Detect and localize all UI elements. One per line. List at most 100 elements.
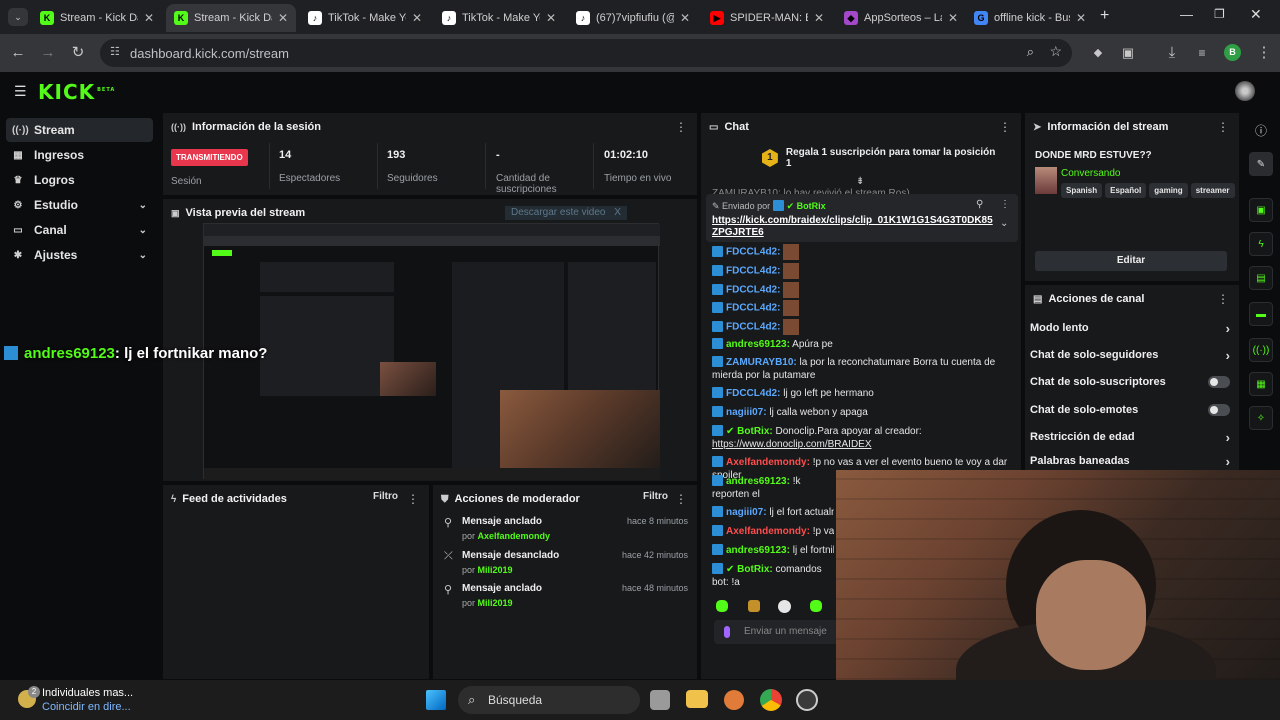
- chat-username[interactable]: FDCCL4d2:: [726, 388, 780, 399]
- bookmark-star-icon[interactable]: ☆: [1049, 43, 1062, 60]
- chat-input[interactable]: Enviar un mensaje: [714, 620, 838, 644]
- app-icon[interactable]: [724, 690, 744, 710]
- close-window-button[interactable]: ✕: [1250, 6, 1262, 23]
- extensions-puzzle-icon[interactable]: ▣: [1118, 43, 1138, 63]
- download-video-button[interactable]: Descargar este video X: [505, 206, 627, 220]
- zoom-icon[interactable]: ⌕: [1027, 44, 1034, 60]
- chat-username[interactable]: BotRix:: [737, 426, 773, 437]
- sidebar-item-estudio[interactable]: ⚙ Estudio ⌄: [6, 193, 153, 217]
- maximize-button[interactable]: ❐: [1214, 7, 1225, 21]
- media-control-icon[interactable]: ≡: [1192, 43, 1212, 63]
- new-tab-button[interactable]: +: [1100, 7, 1109, 25]
- mod-menu-icon[interactable]: ⋮: [675, 493, 687, 505]
- chat-username[interactable]: andres69123:: [726, 545, 790, 556]
- address-bar[interactable]: ☷ dashboard.kick.com/stream ⌕ ☆: [100, 39, 1072, 67]
- pinned-link[interactable]: https://kick.com/braidex/clips/clip_01K1…: [712, 215, 994, 239]
- tab-close-icon[interactable]: ✕: [278, 11, 288, 25]
- browser-tab[interactable]: K Stream - Kick Da ✕: [32, 4, 162, 32]
- notification-widget[interactable]: 2 Individuales mas... Coincidir en dire.…: [14, 684, 164, 716]
- forward-icon[interactable]: →: [38, 43, 58, 63]
- browser-tab[interactable]: ▶ SPIDER-MAN: BR ✕: [702, 4, 832, 32]
- chat-collapse-icon[interactable]: ⇟: [856, 176, 864, 187]
- tab-close-icon[interactable]: ✕: [144, 11, 154, 25]
- sidebar-item-logros[interactable]: ♛ Logros: [6, 168, 153, 192]
- info-icon[interactable]: ⓘ: [1255, 122, 1267, 139]
- sidebar-item-canal[interactable]: ▭ Canal ⌄: [6, 218, 153, 242]
- screen-icon[interactable]: ▣: [1249, 198, 1273, 222]
- minimize-button[interactable]: —: [1180, 7, 1193, 22]
- tab-close-icon[interactable]: ✕: [948, 11, 958, 25]
- mod-action-user[interactable]: Mili2019: [478, 565, 513, 575]
- tab-close-icon[interactable]: ✕: [1076, 11, 1086, 25]
- chat-username[interactable]: FDCCL4d2:: [726, 266, 780, 277]
- activity-filter-button[interactable]: Filtro: [373, 491, 398, 502]
- chat-username[interactable]: FDCCL4d2:: [726, 303, 780, 314]
- emote-face-icon[interactable]: [748, 600, 760, 612]
- reload-icon[interactable]: ↻: [68, 43, 88, 63]
- mod-filter-button[interactable]: Filtro: [643, 491, 668, 502]
- pinned-expand-icon[interactable]: ⌄: [1000, 218, 1008, 229]
- chat-username[interactable]: FDCCL4d2:: [726, 322, 780, 333]
- download-icon[interactable]: ⤓: [1162, 43, 1182, 63]
- broadcast-icon[interactable]: ((·)): [1249, 338, 1273, 362]
- channel-action-row[interactable]: Chat de solo-emotes: [1030, 399, 1230, 421]
- chat-username[interactable]: nagiii07:: [726, 507, 767, 518]
- chat-username[interactable]: ZAMURAYB10:: [726, 357, 797, 368]
- chrome-icon[interactable]: [760, 689, 782, 711]
- mod-action-user[interactable]: Mili2019: [478, 598, 513, 608]
- user-avatar[interactable]: [1235, 81, 1255, 101]
- back-icon[interactable]: ←: [8, 43, 28, 63]
- site-info-icon[interactable]: ☷: [110, 45, 120, 58]
- channel-action-row[interactable]: Modo lento ›: [1030, 317, 1230, 339]
- chat-link[interactable]: https://www.donoclip.com/BRAIDEX: [712, 439, 872, 450]
- pinned-menu-icon[interactable]: ⋮: [1000, 199, 1010, 210]
- browser-menu-icon[interactable]: ⋮: [1254, 43, 1274, 63]
- obs-icon[interactable]: [796, 689, 818, 711]
- chat-username[interactable]: nagiii07:: [726, 407, 767, 418]
- stream-info-menu-icon[interactable]: ⋮: [1217, 121, 1229, 133]
- emote-ball-icon[interactable]: [778, 600, 791, 613]
- kick-logo[interactable]: KICK BETA: [38, 80, 115, 104]
- gift-sub-banner[interactable]: 1 Regala 1 suscripción para tomar la pos…: [762, 147, 1002, 169]
- tab-close-icon[interactable]: ✕: [412, 11, 422, 25]
- browser-tab[interactable]: ♪ (67)7vipfiufiu (@ ✕: [568, 4, 698, 32]
- list-icon[interactable]: ▤: [1249, 266, 1273, 290]
- tab-close-icon[interactable]: ✕: [680, 11, 690, 25]
- emoji-picker-icon[interactable]: [724, 626, 730, 638]
- sidebar-item-ingresos[interactable]: ▦ Ingresos: [6, 143, 153, 167]
- emote-smile-icon[interactable]: [810, 600, 822, 612]
- channel-action-row[interactable]: Restricción de edad ›: [1030, 426, 1230, 448]
- chat-username[interactable]: BotRix:: [737, 564, 773, 575]
- channel-action-row[interactable]: Palabras baneadas ›: [1030, 454, 1230, 468]
- wrench-icon[interactable]: ✧: [1249, 406, 1273, 430]
- pinned-message[interactable]: ✎ Enviado por ✔ BotRix ⚲ ⋮ https://kick.…: [706, 194, 1018, 242]
- chat-username[interactable]: Axelfandemondy:: [726, 457, 810, 468]
- browser-tab[interactable]: ◆ AppSorteos – La ✕: [836, 4, 966, 32]
- edit-stream-button[interactable]: Editar: [1035, 251, 1227, 271]
- file-explorer-icon[interactable]: [686, 690, 708, 708]
- tab-search-button[interactable]: ⌄: [8, 8, 28, 26]
- chat-menu-icon[interactable]: ⋮: [999, 121, 1011, 133]
- session-menu-icon[interactable]: ⋮: [675, 121, 687, 133]
- chat-username[interactable]: FDCCL4d2:: [726, 247, 780, 258]
- channel-action-row[interactable]: Chat de solo-seguidores ›: [1030, 344, 1230, 366]
- task-view-icon[interactable]: [650, 690, 670, 710]
- toggle-switch[interactable]: [1208, 404, 1230, 416]
- profile-avatar[interactable]: B: [1224, 44, 1241, 61]
- unpin-icon[interactable]: ⚲: [976, 199, 983, 210]
- layout-icon[interactable]: ▦: [1249, 372, 1273, 396]
- tab-close-icon[interactable]: ✕: [814, 11, 824, 25]
- taskbar-search[interactable]: ⌕ Búsqueda: [458, 686, 640, 714]
- lightning-icon[interactable]: ϟ: [1249, 232, 1273, 256]
- windows-start-icon[interactable]: [426, 690, 446, 710]
- message-icon[interactable]: ▬: [1249, 302, 1273, 326]
- stream-preview-video[interactable]: [203, 223, 660, 480]
- chat-username[interactable]: andres69123:: [726, 339, 790, 350]
- channel-menu-icon[interactable]: ⋮: [1217, 293, 1229, 305]
- chat-username[interactable]: FDCCL4d2:: [726, 285, 780, 296]
- chat-username[interactable]: Axelfandemondy:: [726, 526, 810, 537]
- channel-action-row[interactable]: Chat de solo-suscriptores: [1030, 371, 1230, 393]
- sidebar-item-ajustes[interactable]: ✱ Ajustes ⌄: [6, 243, 153, 267]
- activity-menu-icon[interactable]: ⋮: [407, 493, 419, 505]
- hamburger-menu-icon[interactable]: ☰: [14, 83, 27, 100]
